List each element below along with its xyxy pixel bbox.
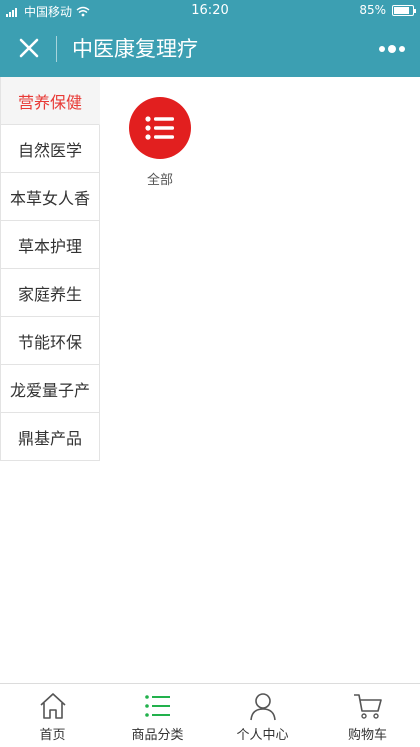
category-sidebar: 营养保健 自然医学 本草女人香 草本护理 家庭养生 节能环保 龙爱量子产 鼎基产… [0, 77, 100, 461]
tab-cart[interactable]: 购物车 [315, 684, 420, 747]
tab-profile[interactable]: 个人中心 [210, 684, 315, 747]
tab-category[interactable]: 商品分类 [105, 684, 210, 747]
battery-icon [392, 4, 416, 16]
tab-home-label: 首页 [39, 728, 66, 743]
home-icon [39, 693, 66, 719]
more-dots-icon[interactable] [378, 40, 406, 58]
sidebar-item-eco[interactable]: 节能环保 [0, 317, 100, 365]
battery-percent: 85% [359, 3, 386, 17]
status-bar: 中国移动 16:20 85% [0, 0, 420, 22]
list-icon [145, 116, 174, 140]
cart-icon [353, 694, 382, 719]
category-tile-all[interactable]: 全部 [128, 97, 192, 188]
status-right: 85% [359, 3, 416, 17]
app-header: 中医康复理疗 [0, 22, 420, 77]
close-icon[interactable] [16, 35, 42, 61]
page-title: 中医康复理疗 [72, 37, 198, 61]
sidebar-item-herbal-care[interactable]: 草本护理 [0, 221, 100, 269]
sidebar-item-quantum[interactable]: 龙爱量子产 [0, 365, 100, 413]
tab-category-label: 商品分类 [131, 728, 184, 743]
sidebar-item-dingji[interactable]: 鼎基产品 [0, 413, 100, 461]
status-time: 16:20 [191, 3, 229, 18]
tab-cart-label: 购物车 [347, 728, 387, 743]
header-divider [56, 36, 57, 62]
person-icon [249, 693, 276, 721]
category-label: 全部 [146, 173, 173, 188]
sidebar-item-natural-medicine[interactable]: 自然医学 [0, 125, 100, 173]
category-content: 全部 [100, 77, 420, 683]
battery-fill [394, 6, 410, 14]
bottom-tabbar: 首页 商品分类 个人中心 购物车 [0, 683, 420, 747]
sidebar-item-home-wellness[interactable]: 家庭养生 [0, 269, 100, 317]
sidebar-item-herbal-woman[interactable]: 本草女人香 [0, 173, 100, 221]
category-circle [129, 97, 191, 159]
tab-profile-label: 个人中心 [236, 728, 289, 743]
category-list-icon [144, 695, 170, 717]
tab-home[interactable]: 首页 [0, 684, 105, 747]
sidebar-item-nutrition[interactable]: 营养保健 [0, 77, 100, 125]
